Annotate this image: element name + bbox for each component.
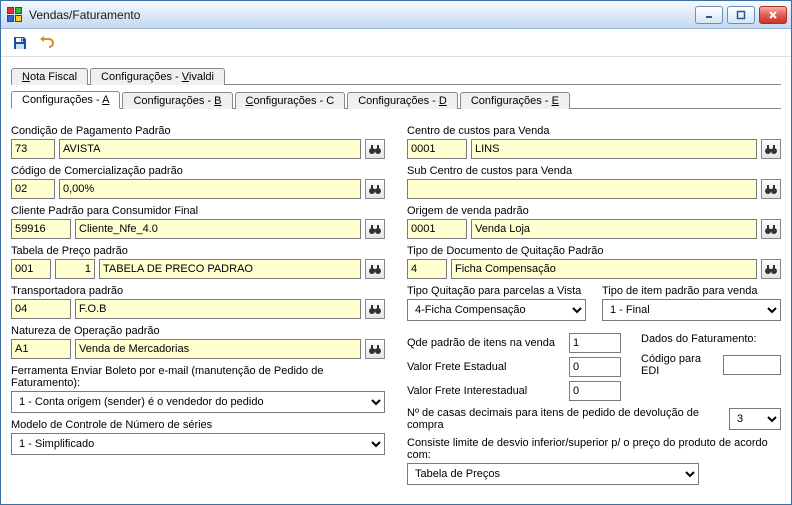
input-nat-op-code[interactable] xyxy=(11,339,71,359)
main-window: Vendas/Faturamento Nota Fiscal Configura… xyxy=(0,0,792,505)
label-cli-pad: Cliente Padrão para Consumidor Final xyxy=(11,205,385,217)
lookup-cli-pad[interactable] xyxy=(365,219,385,239)
label-cod-com: Código de Comercialização padrão xyxy=(11,165,385,177)
input-tab-preco-code2[interactable] xyxy=(55,259,95,279)
label-tipo-item: Tipo de item padrão para venda xyxy=(602,285,781,297)
label-nat-op: Natureza de Operação padrão xyxy=(11,325,385,337)
label-tipo-doc: Tipo de Documento de Quitação Padrão xyxy=(407,245,781,257)
input-frete-est[interactable] xyxy=(569,357,621,377)
input-nat-op-desc[interactable] xyxy=(75,339,361,359)
tabrow-secondary: Configurações - A Configurações - B Conf… xyxy=(11,87,781,109)
label-tipo-quit: Tipo Quitação para parcelas a Vista xyxy=(407,285,586,297)
undo-icon[interactable] xyxy=(37,34,55,52)
input-cli-pad-code[interactable] xyxy=(11,219,71,239)
input-centro-code[interactable] xyxy=(407,139,467,159)
lookup-centro[interactable] xyxy=(761,139,781,159)
lookup-nat-op[interactable] xyxy=(365,339,385,359)
content-area: Nota Fiscal Configurações - Vivaldi Conf… xyxy=(1,57,791,504)
tab-config-b[interactable]: Configurações - B xyxy=(122,92,232,109)
select-modelo[interactable]: 1 - Simplificado xyxy=(11,433,385,455)
input-transp-code[interactable] xyxy=(11,299,71,319)
select-ferramenta[interactable]: 1 - Conta origem (sender) é o vendedor d… xyxy=(11,391,385,413)
window-buttons xyxy=(695,6,787,24)
input-sub-centro[interactable] xyxy=(407,179,757,199)
input-cond-pag-code[interactable] xyxy=(11,139,55,159)
label-tab-preco: Tabela de Preço padrão xyxy=(11,245,385,257)
input-qde-itens[interactable] xyxy=(569,333,621,353)
left-column: Condição de Pagamento Padrão Código de C… xyxy=(11,119,385,485)
toolbar xyxy=(1,29,791,57)
label-consiste: Consiste limite de desvio inferior/super… xyxy=(407,437,781,461)
lookup-origem[interactable] xyxy=(761,219,781,239)
tab-config-d[interactable]: Configurações - D xyxy=(347,92,458,109)
input-cod-com-code[interactable] xyxy=(11,179,55,199)
input-cond-pag-desc[interactable] xyxy=(59,139,361,159)
input-tab-preco-desc[interactable] xyxy=(99,259,361,279)
input-origem-desc[interactable] xyxy=(471,219,757,239)
label-origem: Origem de venda padrão xyxy=(407,205,781,217)
lookup-cod-com[interactable] xyxy=(365,179,385,199)
tabrow-primary: Nota Fiscal Configurações - Vivaldi xyxy=(11,63,781,85)
tab-config-c[interactable]: Configurações - C xyxy=(235,92,346,109)
maximize-button[interactable] xyxy=(727,6,755,24)
input-frete-int[interactable] xyxy=(569,381,621,401)
label-ferramenta: Ferramenta Enviar Boleto por e-mail (man… xyxy=(11,365,385,389)
label-cond-pag: Condição de Pagamento Padrão xyxy=(11,125,385,137)
label-centro: Centro de custos para Venda xyxy=(407,125,781,137)
input-codigo-edi[interactable] xyxy=(723,355,781,375)
input-centro-desc[interactable] xyxy=(471,139,757,159)
label-frete-int: Valor Frete Interestadual xyxy=(407,385,561,397)
select-consiste[interactable]: Tabela de Preços xyxy=(407,463,699,485)
titlebar: Vendas/Faturamento xyxy=(1,1,791,29)
select-casas[interactable]: 3 xyxy=(729,408,781,430)
lookup-sub-centro[interactable] xyxy=(761,179,781,199)
label-codigo-edi: Código para EDI xyxy=(641,353,717,377)
label-dados-fat: Dados do Faturamento: xyxy=(641,333,781,345)
app-icon xyxy=(7,7,23,23)
label-modelo: Modelo de Controle de Número de séries xyxy=(11,419,385,431)
input-tipo-doc-code[interactable] xyxy=(407,259,447,279)
lookup-tipo-doc[interactable] xyxy=(761,259,781,279)
tab-config-vivaldi[interactable]: Configurações - Vivaldi xyxy=(90,68,225,85)
tab-nota-fiscal[interactable]: Nota Fiscal xyxy=(11,68,88,85)
lookup-tab-preco[interactable] xyxy=(365,259,385,279)
label-casas: Nº de casas decimais para itens de pedid… xyxy=(407,407,723,431)
save-icon[interactable] xyxy=(11,34,29,52)
label-sub-centro: Sub Centro de custos para Venda xyxy=(407,165,781,177)
input-cod-com-desc[interactable] xyxy=(59,179,361,199)
input-cli-pad-desc[interactable] xyxy=(75,219,361,239)
tab-config-e[interactable]: Configurações - E xyxy=(460,92,570,109)
close-button[interactable] xyxy=(759,6,787,24)
minimize-button[interactable] xyxy=(695,6,723,24)
input-tab-preco-code1[interactable] xyxy=(11,259,51,279)
select-tipo-quit[interactable]: 4-Ficha Compensação xyxy=(407,299,586,321)
select-tipo-item[interactable]: 1 - Final xyxy=(602,299,781,321)
input-tipo-doc-desc[interactable] xyxy=(451,259,757,279)
tab-config-a[interactable]: Configurações - A xyxy=(11,91,120,109)
label-qde-itens: Qde padrão de itens na venda xyxy=(407,337,561,349)
input-transp-desc[interactable] xyxy=(75,299,361,319)
lookup-cond-pag[interactable] xyxy=(365,139,385,159)
label-transp: Transportadora padrão xyxy=(11,285,385,297)
input-origem-code[interactable] xyxy=(407,219,467,239)
label-frete-est: Valor Frete Estadual xyxy=(407,361,561,373)
lookup-transp[interactable] xyxy=(365,299,385,319)
right-column: Centro de custos para Venda Sub Centro d… xyxy=(407,119,781,485)
window-title: Vendas/Faturamento xyxy=(29,8,695,22)
